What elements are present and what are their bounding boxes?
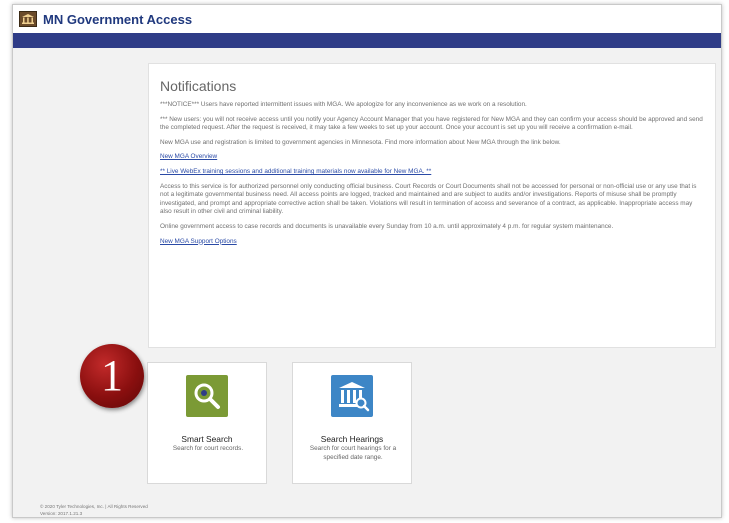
header: MN Government Access xyxy=(13,5,721,33)
callout-number-badge: 1 xyxy=(80,344,144,408)
notice-maintenance: Online government access to case records… xyxy=(160,222,614,230)
smart-search-title: Smart Search xyxy=(181,434,233,444)
copyright-text: © 2020 Tyler Technologies, Inc. | All Ri… xyxy=(40,504,148,509)
link-support-options[interactable]: New MGA Support Options xyxy=(160,238,705,247)
footer: © 2020 Tyler Technologies, Inc. | All Ri… xyxy=(40,503,148,517)
link-mga-overview[interactable]: New MGA Overview xyxy=(160,153,705,162)
link-webex-training[interactable]: ** Live WebEx training sessions and addi… xyxy=(160,168,705,177)
notifications-panel: Notifications ***NOTICE*** Users have re… xyxy=(148,63,716,348)
magnifier-icon xyxy=(186,375,228,417)
search-hearings-tile[interactable]: Search Hearings Search for court hearing… xyxy=(292,362,412,484)
notice-issues: ***NOTICE*** Users have reported intermi… xyxy=(160,101,527,108)
search-hearings-desc: Search for court hearings for a specifie… xyxy=(309,445,397,461)
smart-search-desc: Search for court records. xyxy=(172,445,244,452)
brand[interactable]: MN Government Access xyxy=(19,11,192,27)
search-hearings-title: Search Hearings xyxy=(320,434,384,444)
app-title: MN Government Access xyxy=(43,11,193,27)
courthouse-search-icon xyxy=(331,375,373,417)
browser-page: MN Government Access Notifications ***NO… xyxy=(12,4,722,518)
state-seal-logo-icon xyxy=(19,11,37,27)
notice-registration: New MGA use and registration is limited … xyxy=(160,138,561,146)
notifications-title: Notifications xyxy=(160,78,237,94)
version-text: Version: 2017.1.21.3 xyxy=(40,511,83,516)
notice-new-users: *** New users: you will not receive acce… xyxy=(160,115,703,132)
smart-search-tile[interactable]: Smart Search Search for court records. xyxy=(147,362,267,484)
nav-bar xyxy=(13,33,721,48)
notice-authorized-access: Access to this service is for authorized… xyxy=(160,182,697,216)
